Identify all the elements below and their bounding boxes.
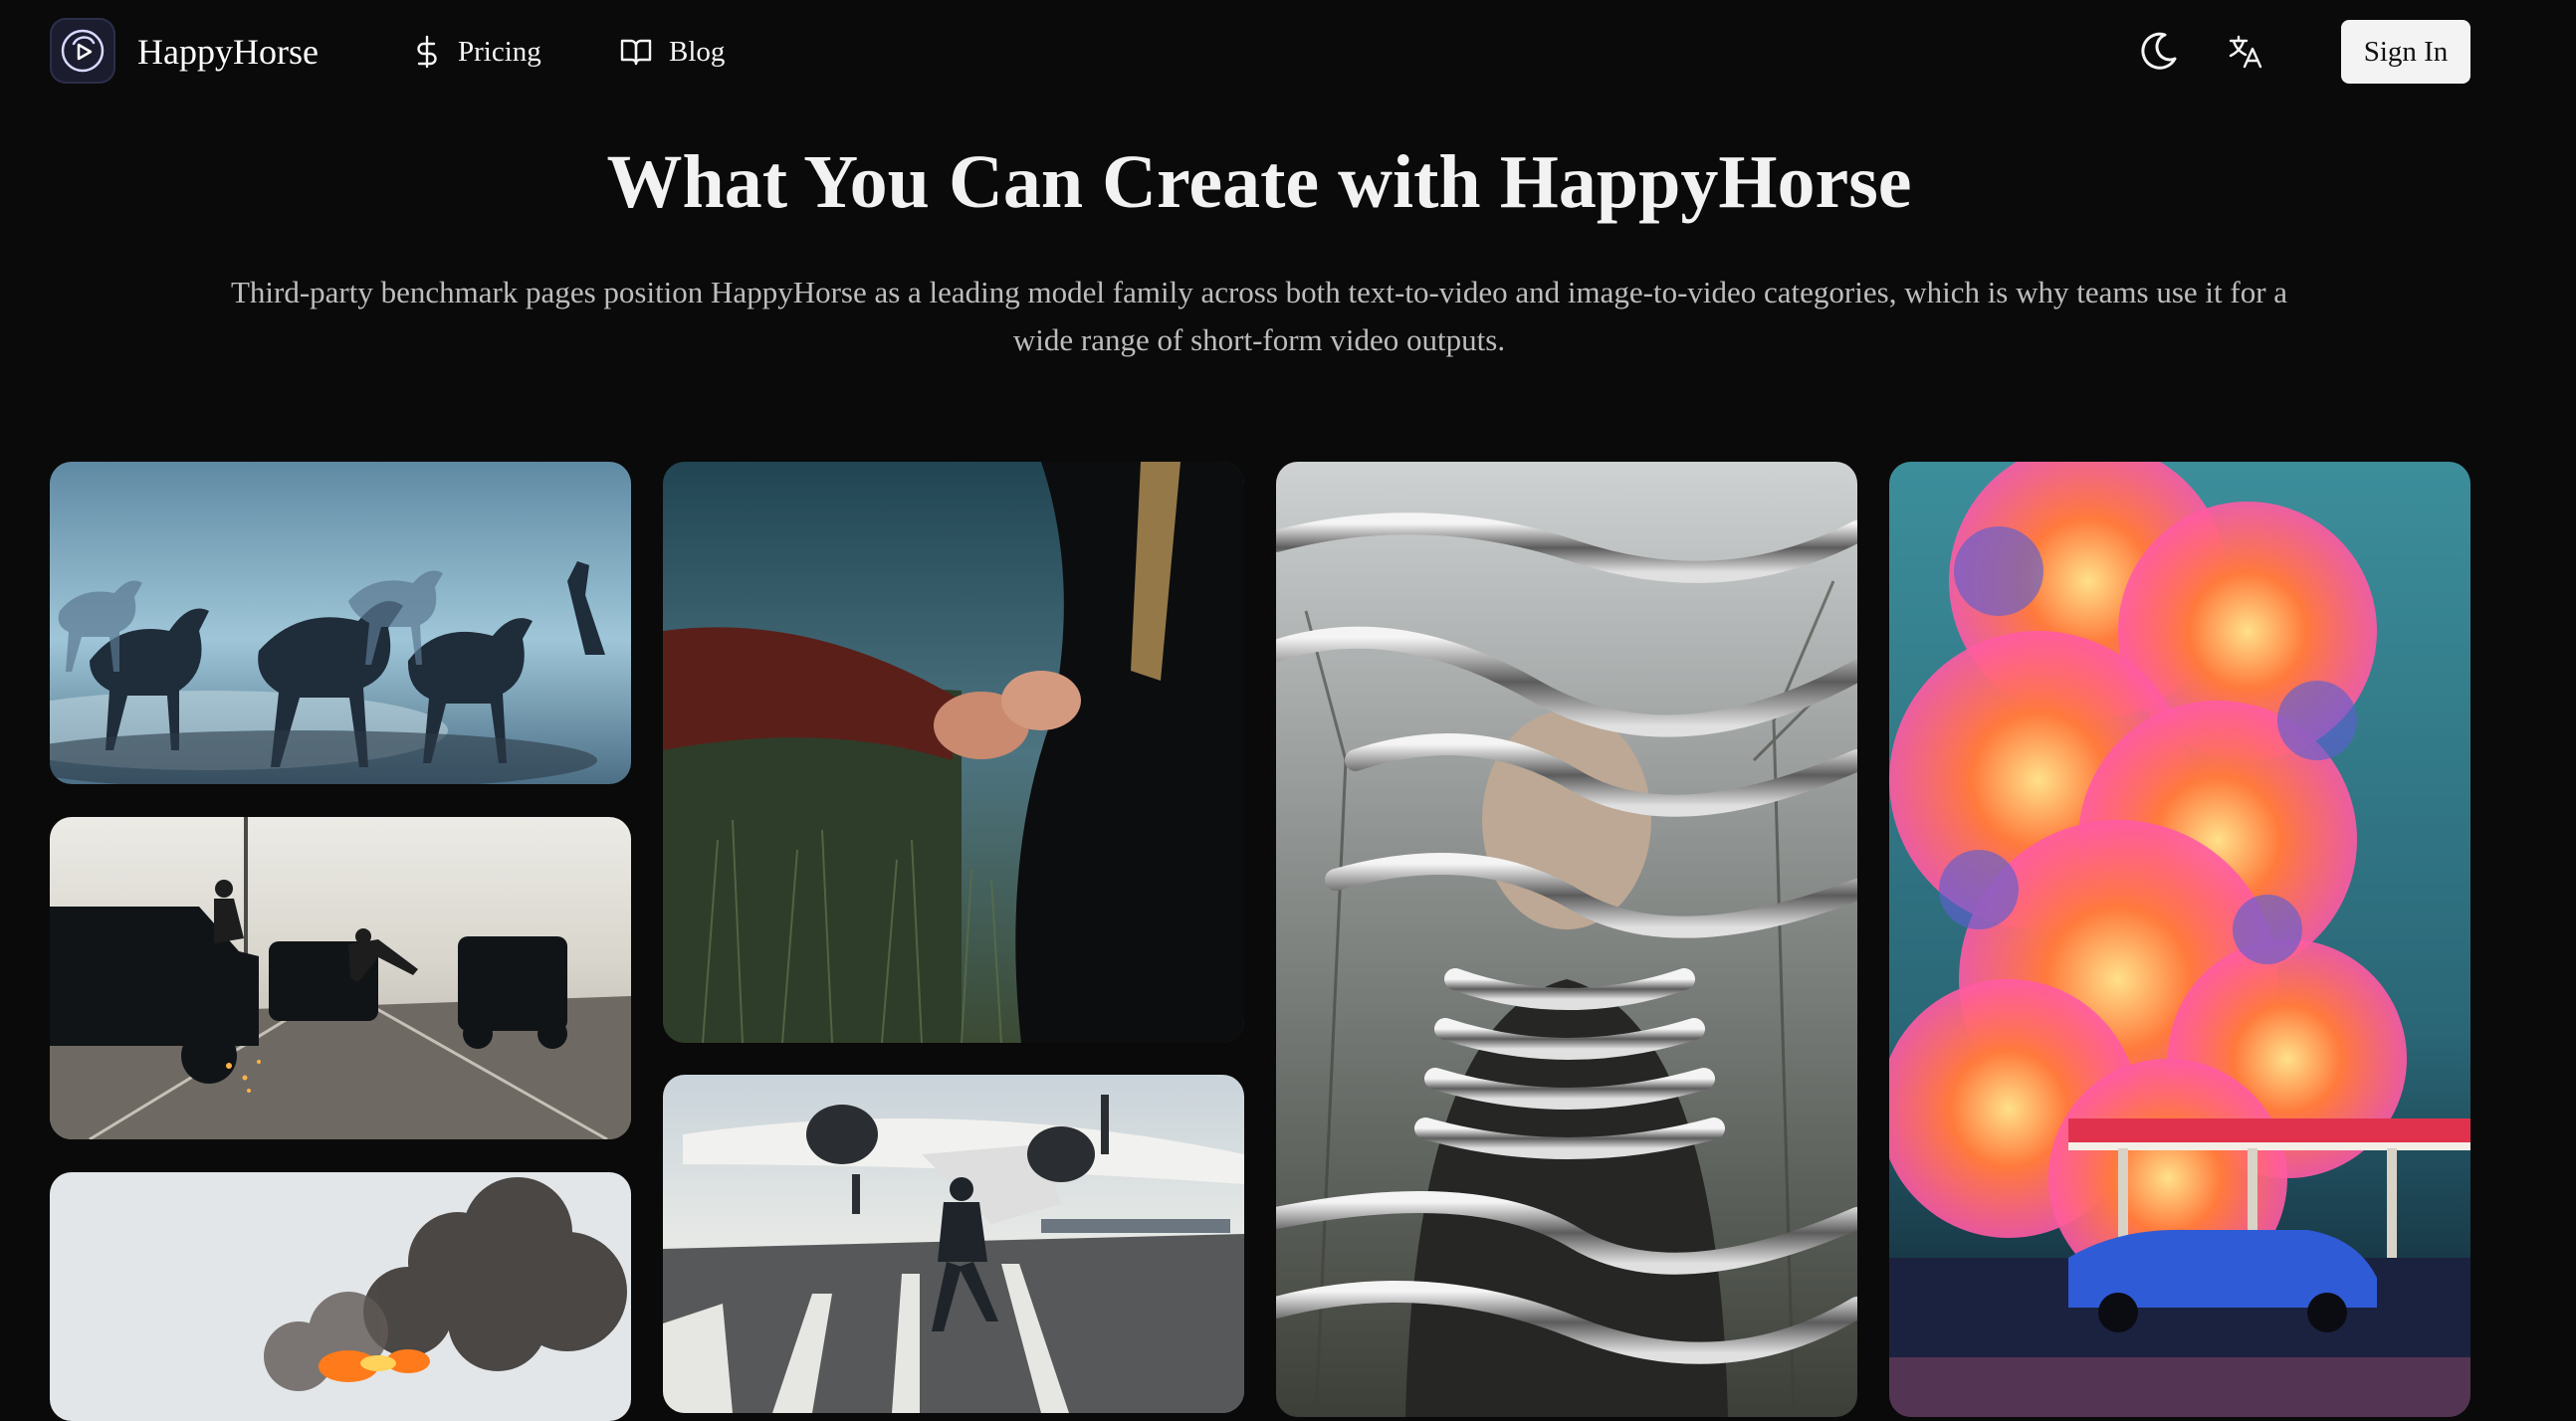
- nav-pricing-link[interactable]: Pricing: [412, 30, 541, 74]
- brand-name[interactable]: HappyHorse: [137, 28, 319, 76]
- moon-icon: [2141, 32, 2177, 70]
- gallery-item-smoke-fire[interactable]: [50, 1172, 631, 1421]
- gallery-item-chrome-portrait[interactable]: [1276, 462, 1857, 1417]
- brand-logo[interactable]: [50, 18, 115, 84]
- hands-grip-thumbnail: [663, 462, 1244, 1043]
- smoke-fire-thumbnail: [50, 1172, 631, 1421]
- gallery-item-highway-stunt[interactable]: [50, 817, 631, 1139]
- page-subtitle: Third-party benchmark pages position Hap…: [230, 275, 2288, 357]
- nav-blog-link[interactable]: Blog: [619, 30, 725, 74]
- runway-runner-thumbnail: [663, 1075, 1244, 1413]
- nav-pricing-label: Pricing: [458, 35, 541, 68]
- translate-icon: [2229, 35, 2262, 69]
- site-header: HappyHorse Pricing Blog Sign In: [0, 0, 2576, 103]
- highway-stunt-thumbnail: [50, 817, 631, 1139]
- theme-toggle-button[interactable]: [2130, 24, 2186, 80]
- horse-play-logo-icon: [61, 29, 105, 73]
- explosion-gas-station-thumbnail: [1889, 462, 2470, 1417]
- dollar-icon: [417, 35, 437, 69]
- language-button[interactable]: [2218, 24, 2273, 80]
- gallery-item-hands-grip[interactable]: [663, 462, 1244, 1043]
- horses-thumbnail: [50, 462, 631, 784]
- page-title: What You Can Create with HappyHorse: [606, 140, 1912, 224]
- gallery-item-runway-runner[interactable]: [663, 1075, 1244, 1413]
- book-open-icon: [620, 39, 652, 66]
- gallery-item-explosion-gas-station[interactable]: [1889, 462, 2470, 1417]
- gallery-item-horses[interactable]: [50, 462, 631, 784]
- sign-in-button[interactable]: Sign In: [2341, 20, 2470, 84]
- chrome-portrait-thumbnail: [1276, 462, 1857, 1417]
- nav-blog-label: Blog: [669, 35, 726, 68]
